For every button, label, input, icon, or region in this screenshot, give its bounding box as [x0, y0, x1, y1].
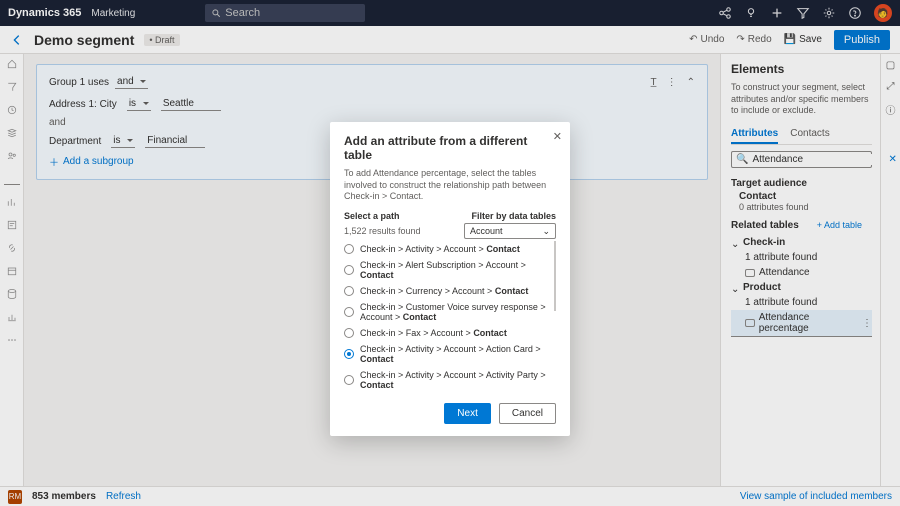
path-option[interactable]: Check-in > Fax > Account > Contact: [344, 325, 556, 341]
radio-icon: [344, 375, 354, 385]
dialog-title: Add an attribute from a different table: [344, 134, 556, 162]
path-option[interactable]: Check-in > Customer Voice survey respons…: [344, 299, 556, 325]
path-option[interactable]: Check-in > Activity > Account > Activity…: [344, 367, 556, 391]
radio-icon: [344, 328, 354, 338]
close-button[interactable]: ✕: [553, 130, 562, 143]
scrollbar-thumb[interactable]: [554, 241, 556, 311]
path-list: Check-in > Activity > Account > ContactC…: [344, 241, 556, 391]
path-option[interactable]: Check-in > Alert Subscription > Account …: [344, 257, 556, 283]
dialog-intro: To add Attendance percentage, select the…: [344, 168, 556, 203]
path-option[interactable]: Check-in > Currency > Account > Contact: [344, 283, 556, 299]
radio-icon: [344, 349, 354, 359]
chevron-down-icon: ⌄: [542, 226, 550, 237]
path-option[interactable]: Check-in > Activity > Account > Contact: [344, 241, 556, 257]
radio-icon: [344, 286, 354, 296]
radio-icon: [344, 244, 354, 254]
select-path-label: Select a path: [344, 211, 457, 221]
next-button[interactable]: Next: [444, 403, 491, 424]
radio-icon: [344, 307, 354, 317]
radio-icon: [344, 265, 354, 275]
filter-label: Filter by data tables: [471, 211, 556, 221]
filter-dropdown[interactable]: Account⌄: [464, 223, 556, 239]
cancel-button[interactable]: Cancel: [499, 403, 556, 424]
add-attribute-dialog: ✕ Add an attribute from a different tabl…: [330, 122, 570, 436]
path-option[interactable]: Check-in > Activity > Account > Action C…: [344, 341, 556, 367]
results-count: 1,522 results found: [344, 226, 450, 236]
